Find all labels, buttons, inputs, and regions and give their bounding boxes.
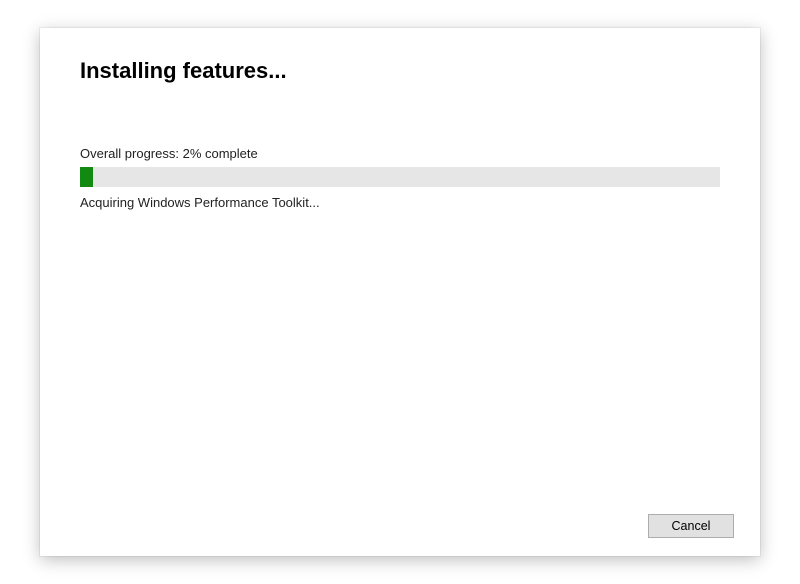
progress-label: Overall progress: 2% complete bbox=[80, 146, 720, 161]
progress-bar bbox=[80, 167, 720, 187]
status-text: Acquiring Windows Performance Toolkit... bbox=[80, 195, 720, 210]
button-row: Cancel bbox=[648, 514, 734, 538]
dialog-title: Installing features... bbox=[80, 58, 720, 84]
cancel-button[interactable]: Cancel bbox=[648, 514, 734, 538]
installer-dialog: Installing features... Overall progress:… bbox=[40, 28, 760, 556]
progress-bar-fill bbox=[80, 167, 93, 187]
